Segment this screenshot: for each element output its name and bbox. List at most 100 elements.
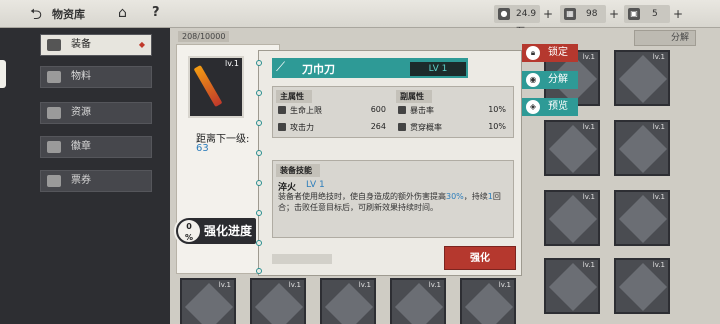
currency-tickets: ▦ 98 + bbox=[560, 5, 619, 23]
enhance-button[interactable]: 强化 bbox=[444, 246, 516, 270]
add-stamina-button[interactable]: + bbox=[673, 5, 683, 23]
slot-level: lv.1 bbox=[428, 281, 441, 289]
materials-icon bbox=[47, 71, 61, 83]
binding-dot bbox=[256, 210, 262, 216]
decompose-button[interactable]: ◉ 分解 bbox=[522, 71, 578, 89]
next-level-value: 63 bbox=[196, 143, 209, 154]
panel-footer-logo bbox=[272, 254, 332, 264]
stat-label: 暴击率 bbox=[410, 106, 434, 115]
stat-pierce-value: 10% bbox=[488, 122, 506, 131]
blade-type-icon: ⟋ bbox=[276, 60, 286, 75]
currency-stamina-value: 5 bbox=[652, 9, 658, 19]
inventory-slot[interactable]: lv.1 bbox=[544, 120, 600, 176]
slot-level: lv.1 bbox=[358, 281, 371, 289]
sidebar-item-tickets[interactable]: 票券 bbox=[40, 170, 152, 192]
slot-level: lv.1 bbox=[582, 193, 595, 201]
inventory-slot[interactable]: lv.1 bbox=[614, 258, 670, 314]
sidebar-handle[interactable] bbox=[0, 60, 6, 88]
equipment-art-icon bbox=[548, 194, 598, 244]
binding-dot bbox=[256, 150, 262, 156]
sidebar-item-badges[interactable]: 徽章 bbox=[40, 136, 152, 158]
inventory-slot[interactable]: lv.1 bbox=[180, 278, 236, 324]
bulk-decompose-label: 分解 bbox=[670, 33, 689, 43]
inventory-slot[interactable]: lv.1 bbox=[250, 278, 306, 324]
preview-button-label: 预览 bbox=[548, 101, 568, 112]
inventory-slot[interactable]: lv.1 bbox=[460, 278, 516, 324]
sidebar-item-equipment[interactable]: 装备 bbox=[40, 34, 152, 56]
lock-button-label: 锁定 bbox=[548, 47, 568, 58]
binding-dot bbox=[256, 240, 262, 246]
equipment-art-icon bbox=[618, 262, 668, 312]
currency-coins: ● 24.9万 + bbox=[494, 5, 553, 37]
inventory-slot[interactable]: lv.1 bbox=[614, 50, 670, 106]
lock-icon: 🔒︎ bbox=[526, 46, 540, 60]
heart-icon bbox=[278, 106, 286, 114]
stat-hp-value: 600 bbox=[370, 105, 386, 114]
equipment-art-icon bbox=[618, 54, 668, 104]
enhance-progress-label: 强化进度 bbox=[204, 224, 253, 238]
add-coins-button[interactable]: + bbox=[543, 5, 553, 23]
selected-item-icon: lv.1 bbox=[188, 56, 244, 118]
resources-icon bbox=[47, 107, 61, 119]
help-icon[interactable]: ? bbox=[152, 5, 160, 20]
preview-button[interactable]: ◈ 预览 bbox=[522, 98, 578, 116]
stat-pierce: 贯穿概率 bbox=[398, 122, 442, 133]
decompose-button-label: 分解 bbox=[548, 74, 568, 85]
equipment-art-icon bbox=[394, 282, 444, 324]
inventory-slot[interactable]: lv.1 bbox=[544, 258, 600, 314]
stat-label: 贯穿概率 bbox=[410, 123, 442, 132]
panel-binding-dots bbox=[256, 60, 264, 280]
equipment-art-icon bbox=[464, 282, 514, 324]
stat-crit: 暴击率 bbox=[398, 105, 434, 116]
sidebar-item-materials[interactable]: 物料 bbox=[40, 66, 152, 88]
equipment-art-icon bbox=[618, 124, 668, 174]
slot-level: lv.1 bbox=[652, 261, 665, 269]
main-stats-heading: 主属性 bbox=[276, 90, 312, 103]
slot-level: lv.1 bbox=[582, 123, 595, 131]
pierce-icon bbox=[398, 123, 406, 131]
crit-icon bbox=[398, 106, 406, 114]
inventory-slot[interactable]: lv.1 bbox=[614, 120, 670, 176]
add-tickets-button[interactable]: + bbox=[609, 5, 619, 23]
equipment-art-icon bbox=[548, 262, 598, 312]
stat-attack-value: 264 bbox=[370, 122, 386, 131]
stat-hp: 生命上限 bbox=[278, 105, 322, 116]
equipment-art-icon bbox=[254, 282, 304, 324]
slot-level: lv.1 bbox=[498, 281, 511, 289]
sidebar-item-label: 徽章 bbox=[71, 141, 91, 152]
sub-stats-heading: 副属性 bbox=[396, 90, 432, 103]
ticket-icon: ▦ bbox=[564, 8, 576, 20]
sidebar-item-label: 物料 bbox=[71, 71, 91, 82]
binding-dot bbox=[256, 60, 262, 66]
slot-level: lv.1 bbox=[652, 193, 665, 201]
skill-description: 装备者使用绝技时，使自身造成的额外伤害提高30%，持续1回合；击败任意目标后，可… bbox=[278, 192, 501, 212]
stat-label: 攻击力 bbox=[290, 123, 314, 132]
bulk-decompose-button[interactable]: 分解 bbox=[634, 30, 696, 46]
enhance-progress-percent: 0 bbox=[186, 222, 192, 231]
badge-icon bbox=[47, 141, 61, 153]
enhance-progress-button[interactable]: 0 % 强化进度 bbox=[174, 216, 258, 246]
item-name: 刀巾刀 bbox=[302, 63, 335, 76]
inventory-slot[interactable]: lv.1 bbox=[544, 190, 600, 246]
stat-crit-value: 10% bbox=[488, 105, 506, 114]
inventory-slot[interactable]: lv.1 bbox=[320, 278, 376, 324]
lock-button[interactable]: 🔒︎ 锁定 bbox=[522, 44, 578, 62]
skill-level: LV 1 bbox=[306, 180, 325, 190]
back-icon[interactable]: ⮌ bbox=[30, 6, 50, 22]
home-icon[interactable]: ⌂ bbox=[118, 5, 127, 21]
equipment-art-icon bbox=[618, 194, 668, 244]
sidebar-item-label: 装备 bbox=[71, 39, 91, 50]
stat-label: 生命上限 bbox=[290, 106, 322, 115]
sidebar-item-label: 票券 bbox=[71, 175, 91, 186]
slot-level: lv.1 bbox=[218, 281, 231, 289]
sidebar-item-resources[interactable]: 资源 bbox=[40, 102, 152, 124]
slot-level: lv.1 bbox=[582, 53, 595, 61]
slot-level: lv.1 bbox=[582, 261, 595, 269]
inventory-slot[interactable]: lv.1 bbox=[390, 278, 446, 324]
inventory-slot[interactable]: lv.1 bbox=[614, 190, 670, 246]
enhance-progress-indicator: 0 % bbox=[178, 220, 200, 242]
item-level: LV 1 bbox=[410, 62, 466, 76]
coin-icon: ● bbox=[498, 8, 510, 20]
preview-icon: ◈ bbox=[526, 100, 540, 114]
top-bar: ⮌ 物资库 ⌂ ? ● 24.9万 + ▦ 98 + ▣ 5 + bbox=[0, 0, 720, 37]
